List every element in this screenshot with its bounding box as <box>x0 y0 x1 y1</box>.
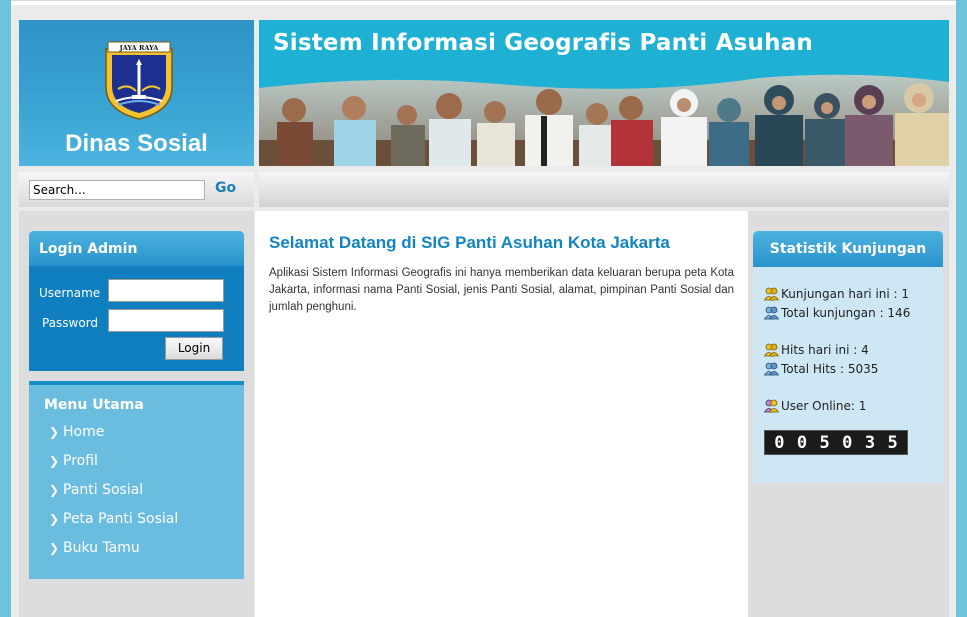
emblem-ribbon-text: JAYA RAYA <box>119 44 160 52</box>
menu-item-profil[interactable]: ❯ Profil <box>49 453 98 469</box>
visit-stats-panel: Statistik Kunjungan Kunjungan hari ini :… <box>753 231 943 483</box>
page-border-left <box>0 0 11 617</box>
menu-item-label: Peta Panti Sosial <box>63 511 179 527</box>
chevron-right-icon: ❯ <box>49 541 60 555</box>
page-border-right <box>956 0 967 617</box>
counter-digit: 0 <box>842 432 853 453</box>
site-logo[interactable]: JAYA RAYA Dinas Sosial <box>19 20 254 166</box>
page-container: JAYA RAYA Dinas Sosial Sistem Informasi … <box>11 5 956 617</box>
visits-total-text: Total kunjungan : 146 <box>781 306 911 320</box>
banner-title: Sistem Informasi Geografis Panti Asuhan <box>273 30 814 56</box>
stats-title: Statistik Kunjungan <box>753 231 943 267</box>
welcome-text: Aplikasi Sistem Informasi Geografis ini … <box>269 267 734 313</box>
right-sidebar: Statistik Kunjungan Kunjungan hari ini :… <box>748 211 949 617</box>
login-title: Login Admin <box>29 231 244 266</box>
username-label: Username <box>39 286 101 300</box>
top-nav-bar <box>259 172 949 207</box>
counter-digit: 0 <box>796 432 808 453</box>
users-blue-icon <box>764 306 779 320</box>
menu-item-home[interactable]: ❯ Home <box>49 424 104 440</box>
banner-photo-image <box>259 74 949 166</box>
menu-item-buku-tamu[interactable]: ❯ Buku Tamu <box>49 540 140 556</box>
login-panel: Login Admin Username Password Login <box>29 231 244 371</box>
users-yellow-icon <box>764 287 779 301</box>
main-menu: Menu Utama ❯ Home ❯ Profil ❯ Panti Sosial ❯… <box>29 381 244 579</box>
hits-total-text: Total Hits : 5035 <box>781 362 879 376</box>
search-go-button[interactable]: Go <box>215 180 236 196</box>
users-purple-icon <box>764 399 779 413</box>
hit-counter: 0 0 5 0 3 5 <box>764 430 908 455</box>
page-title: Selamat Datang di SIG Panti Asuhan Kota … <box>269 233 670 252</box>
menu-item-panti-sosial[interactable]: ❯ Panti Sosial <box>49 482 143 498</box>
stat-hits-total: Total Hits : 5035 <box>764 362 878 376</box>
header-banner: Sistem Informasi Geografis Panti Asuhan <box>259 20 949 166</box>
logo-title: Dinas Sosial <box>65 130 208 157</box>
menu-item-label: Panti Sosial <box>63 482 144 498</box>
counter-digit: 5 <box>819 432 830 453</box>
stat-visits-total: Total kunjungan : 146 <box>764 306 910 320</box>
counter-digit: 3 <box>864 432 876 453</box>
stat-users-online: User Online: 1 <box>764 399 866 413</box>
password-field[interactable] <box>108 309 224 332</box>
main-content: Selamat Datang di SIG Panti Asuhan Kota … <box>255 211 748 617</box>
counter-digit: 5 <box>887 432 898 453</box>
users-blue-icon <box>764 362 779 376</box>
menu-item-label: Profil <box>63 453 98 469</box>
search-input[interactable] <box>29 180 205 200</box>
search-bar: Go <box>19 172 254 207</box>
chevron-right-icon: ❯ <box>49 512 60 526</box>
chevron-right-icon: ❯ <box>49 454 60 468</box>
hits-today-text: Hits hari ini : 4 <box>781 343 869 357</box>
users-yellow-icon <box>764 343 779 357</box>
left-sidebar: Login Admin Username Password Login Menu… <box>19 211 254 617</box>
stat-hits-today: Hits hari ini : 4 <box>764 343 869 357</box>
users-online-text: User Online: 1 <box>781 399 867 413</box>
menu-title: Menu Utama <box>44 397 144 413</box>
chevron-right-icon: ❯ <box>49 483 60 497</box>
visits-today-text: Kunjungan hari ini : 1 <box>781 287 910 301</box>
chevron-right-icon: ❯ <box>49 425 60 439</box>
menu-item-label: Home <box>63 424 105 440</box>
password-label: Password <box>42 316 99 330</box>
stat-visits-today: Kunjungan hari ini : 1 <box>764 287 909 301</box>
menu-item-peta-panti-sosial[interactable]: ❯ Peta Panti Sosial <box>49 511 178 527</box>
jakarta-emblem-icon: JAYA RAYA <box>105 41 173 120</box>
menu-item-label: Buku Tamu <box>63 540 140 556</box>
login-button[interactable]: Login <box>165 337 223 360</box>
counter-digit: 0 <box>774 432 785 453</box>
username-field[interactable] <box>108 279 224 302</box>
